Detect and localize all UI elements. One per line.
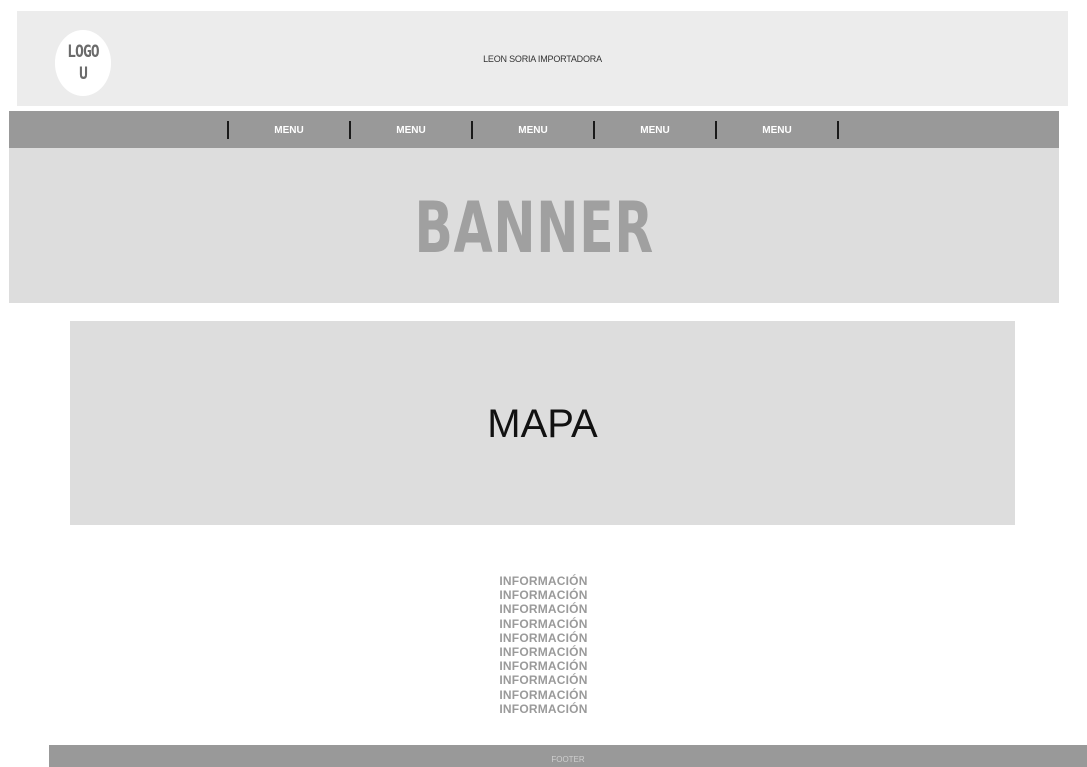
nav-item-menu-5[interactable]: MENU	[717, 125, 837, 136]
info-line: INFORMACIÓN	[499, 701, 588, 716]
map-placeholder: MAPA	[70, 321, 1015, 525]
info-line: INFORMACIÓN	[499, 630, 588, 645]
nav-item-menu-3[interactable]: MENU	[473, 125, 593, 136]
footer: FOOTER	[49, 745, 1087, 767]
banner-text: BANNER	[414, 186, 654, 269]
nav-separator	[837, 121, 839, 139]
nav-item-menu-4[interactable]: MENU	[595, 125, 715, 136]
info-section: INFORMACIÓN INFORMACIÓN INFORMACIÓN INFO…	[0, 574, 1087, 716]
info-line: INFORMACIÓN	[499, 687, 588, 702]
info-line: INFORMACIÓN	[499, 602, 588, 617]
banner: BANNER	[9, 148, 1059, 303]
nav-item-menu-1[interactable]: MENU	[229, 125, 349, 136]
site-title: LEON SORIA IMPORTADORA	[483, 54, 602, 64]
info-line: INFORMACIÓN	[499, 616, 588, 631]
info-line: INFORMACIÓN	[499, 574, 588, 588]
header: LOGO U LEON SORIA IMPORTADORA	[17, 11, 1068, 106]
info-line: INFORMACIÓN	[499, 645, 588, 660]
nav-list: MENU MENU MENU MENU MENU	[227, 120, 839, 140]
nav-item-menu-2[interactable]: MENU	[351, 125, 471, 136]
info-line: INFORMACIÓN	[499, 673, 588, 688]
info-line: INFORMACIÓN	[499, 588, 588, 603]
wireframe-page: LOGO U LEON SORIA IMPORTADORA MENU MENU …	[0, 0, 1087, 767]
info-line: INFORMACIÓN	[499, 659, 588, 674]
map-label: MAPA	[487, 401, 598, 446]
logo-line-2: U	[79, 64, 88, 84]
navbar: MENU MENU MENU MENU MENU	[9, 111, 1059, 148]
footer-label: FOOTER	[551, 755, 585, 764]
